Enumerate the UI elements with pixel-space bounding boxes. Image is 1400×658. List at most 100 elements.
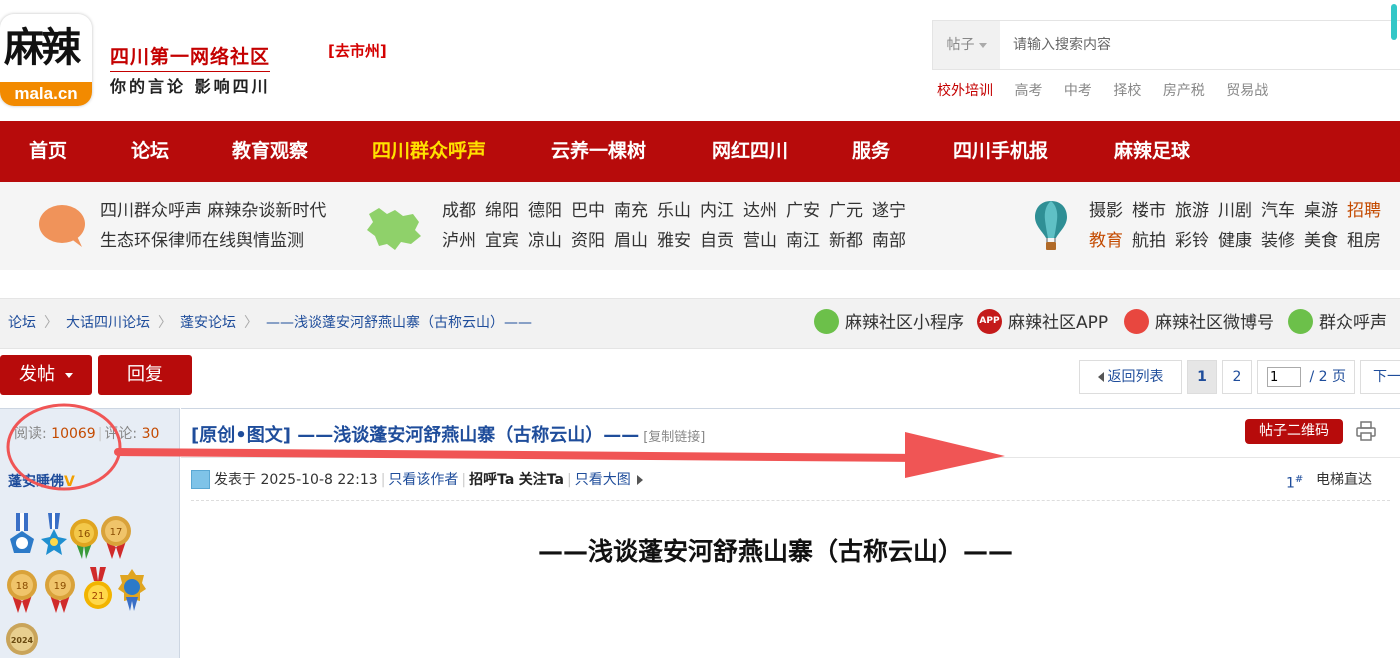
- topic-link[interactable]: 摄影: [1089, 201, 1123, 221]
- city-link[interactable]: 营山: [743, 231, 777, 251]
- read-count-label: 阅读:: [14, 426, 47, 442]
- topic-link[interactable]: 川剧: [1218, 201, 1252, 221]
- page-2-button[interactable]: 2: [1222, 360, 1252, 394]
- post-meta-bar: 发表于 2025-10-8 22:13 | 只看该作者 | 招呼Ta 关注Ta | 只看大图: [191, 468, 643, 492]
- hot-word-link[interactable]: 中考: [1064, 83, 1092, 99]
- nav-item-service[interactable]: 服务: [852, 121, 890, 182]
- topic-link[interactable]: 彩铃: [1175, 231, 1209, 251]
- topic-link[interactable]: 汽车: [1261, 201, 1295, 221]
- back-to-list-button[interactable]: 返回列表: [1079, 360, 1182, 394]
- hot-word-link[interactable]: 择校: [1113, 83, 1141, 99]
- weibo-icon: [1124, 308, 1149, 334]
- nav-item-public-voice[interactable]: 四川群众呼声: [372, 121, 486, 182]
- nav-item-home[interactable]: 首页: [29, 121, 67, 182]
- author-name[interactable]: 蓬安睡佛V: [8, 471, 75, 491]
- elevator-link[interactable]: 电梯直达: [1316, 468, 1372, 492]
- nav-item-football[interactable]: 麻辣足球: [1114, 121, 1190, 182]
- topic-link[interactable]: 招聘: [1347, 201, 1381, 221]
- medal-icon[interactable]: 18: [6, 567, 38, 613]
- greet-link[interactable]: 招呼Ta: [469, 472, 514, 488]
- city-link[interactable]: 自贡: [700, 231, 734, 251]
- breadcrumb-link[interactable]: 论坛: [8, 315, 36, 331]
- site-logo[interactable]: 麻辣 mala.cn: [0, 14, 92, 106]
- topic-link[interactable]: 航拍: [1132, 231, 1166, 251]
- mini-program-link[interactable]: 麻辣社区小程序: [814, 308, 964, 337]
- topic-link[interactable]: 旅游: [1175, 201, 1209, 221]
- medal-icon[interactable]: 19: [44, 567, 76, 613]
- author-column: 阅读: 10069|评论: 30 蓬安睡佛V 16 17 18 19 21: [0, 408, 180, 658]
- city-link[interactable]: 巴中: [571, 201, 605, 221]
- city-link[interactable]: 泸州: [442, 231, 476, 251]
- scrollbar-track[interactable]: [1390, 0, 1400, 658]
- floor-number[interactable]: 1#: [1286, 468, 1303, 496]
- page-jump-input[interactable]: [1267, 367, 1301, 387]
- medal-icon[interactable]: [6, 513, 38, 559]
- page-1-button[interactable]: 1: [1187, 360, 1217, 394]
- only-author-link[interactable]: 只看该作者: [388, 472, 458, 488]
- city-link[interactable]: 广安: [786, 201, 820, 221]
- city-link[interactable]: 广元: [829, 201, 863, 221]
- channel-left-row2[interactable]: 生态环保律师在线舆情监测: [100, 226, 304, 251]
- big-image-link[interactable]: 只看大图: [575, 472, 631, 488]
- city-link[interactable]: 成都: [442, 201, 476, 221]
- medal-icon[interactable]: [116, 567, 148, 613]
- medal-icon[interactable]: 2024: [6, 619, 38, 658]
- new-post-button[interactable]: 发帖: [0, 355, 92, 395]
- city-link[interactable]: 绵阳: [485, 201, 519, 221]
- breadcrumb-link[interactable]: ——浅谈蓬安河舒燕山寨（古称云山）——: [266, 315, 532, 331]
- breadcrumb-link[interactable]: 大话四川论坛: [66, 315, 150, 331]
- post-qr-code-button[interactable]: 帖子二维码: [1245, 419, 1343, 444]
- post-heading: ——浅谈蓬安河舒燕山寨（古称云山）——: [538, 537, 1014, 566]
- wechat-icon: [814, 308, 839, 334]
- hot-word-link[interactable]: 高考: [1014, 83, 1042, 99]
- city-link[interactable]: 内江: [700, 201, 734, 221]
- city-switch-link[interactable]: [去市州]: [328, 40, 387, 61]
- city-link[interactable]: 眉山: [614, 231, 648, 251]
- breadcrumb-link[interactable]: 蓬安论坛: [180, 315, 236, 331]
- topic-link[interactable]: 租房: [1347, 231, 1381, 251]
- online-status-icon: [191, 469, 210, 489]
- city-link[interactable]: 南部: [872, 231, 906, 251]
- topic-link[interactable]: 健康: [1218, 231, 1252, 251]
- nav-item-mobile-news[interactable]: 四川手机报: [953, 121, 1048, 182]
- app-link[interactable]: APP 麻辣社区APP: [977, 308, 1108, 337]
- weibo-link[interactable]: 麻辣社区微博号: [1124, 308, 1274, 337]
- search-input[interactable]: [1001, 21, 1399, 69]
- nav-item-education[interactable]: 教育观察: [232, 121, 308, 182]
- follow-link[interactable]: 关注Ta: [519, 472, 564, 488]
- nav-item-forum[interactable]: 论坛: [131, 121, 169, 182]
- city-link[interactable]: 宜宾: [485, 231, 519, 251]
- topic-link[interactable]: 桌游: [1304, 201, 1338, 221]
- search-type-select[interactable]: 帖子: [933, 21, 1000, 69]
- medal-label: 18: [16, 581, 29, 592]
- nav-item-tree[interactable]: 云养一棵树: [551, 121, 646, 182]
- city-link[interactable]: 遂宁: [872, 201, 906, 221]
- hot-word-link[interactable]: 贸易战: [1226, 83, 1268, 99]
- hot-word-link[interactable]: 房产税: [1163, 83, 1205, 99]
- medal-icon[interactable]: [38, 513, 70, 559]
- reply-button[interactable]: 回复: [98, 355, 192, 395]
- topic-link[interactable]: 楼市: [1132, 201, 1166, 221]
- topic-link[interactable]: 教育: [1089, 231, 1123, 251]
- city-link[interactable]: 南充: [614, 201, 648, 221]
- city-link[interactable]: 乐山: [657, 201, 691, 221]
- print-icon[interactable]: [1356, 421, 1376, 441]
- city-link[interactable]: 达州: [743, 201, 777, 221]
- city-link[interactable]: 新都: [829, 231, 863, 251]
- city-link[interactable]: 资阳: [571, 231, 605, 251]
- copy-link-button[interactable]: [复制链接]: [643, 430, 705, 445]
- topic-link[interactable]: 美食: [1304, 231, 1338, 251]
- channel-left-row1[interactable]: 四川群众呼声 麻辣杂谈新时代: [100, 196, 326, 221]
- city-link[interactable]: 南江: [786, 231, 820, 251]
- city-link[interactable]: 德阳: [528, 201, 562, 221]
- city-link[interactable]: 凉山: [528, 231, 562, 251]
- medal-icon[interactable]: 16: [68, 513, 100, 559]
- public-voice-link[interactable]: 群众呼声: [1288, 308, 1387, 337]
- medal-icon[interactable]: 21: [82, 567, 114, 613]
- medal-icon[interactable]: 17: [100, 513, 132, 559]
- topic-link[interactable]: 装修: [1261, 231, 1295, 251]
- hot-word-link[interactable]: 校外培训: [937, 83, 993, 99]
- scrollbar-thumb[interactable]: [1391, 4, 1397, 40]
- nav-item-influencer[interactable]: 网红四川: [712, 121, 788, 182]
- city-link[interactable]: 雅安: [657, 231, 691, 251]
